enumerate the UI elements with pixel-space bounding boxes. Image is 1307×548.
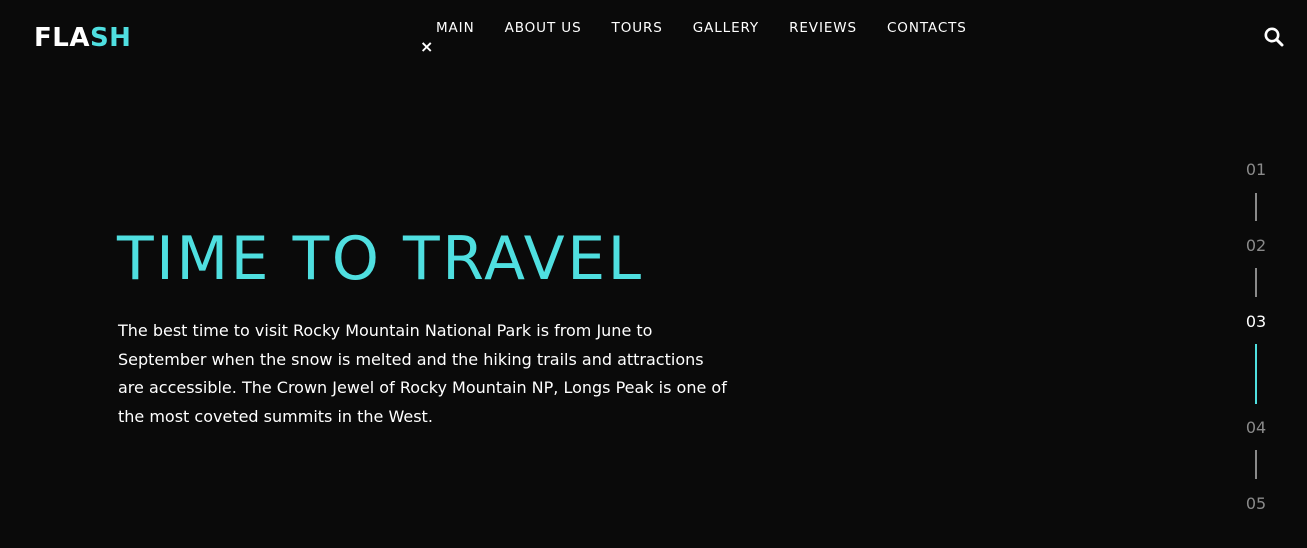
logo[interactable]: FLASH (34, 22, 131, 54)
pager-divider (1255, 450, 1257, 479)
page: FLASH MAIN ABOUT US TOURS GALLERY REVIEW… (0, 0, 1307, 548)
pager-divider (1255, 193, 1257, 221)
nav-item-main: MAIN (436, 18, 475, 38)
main-nav: MAIN ABOUT US TOURS GALLERY REVIEWS CONT… (436, 18, 967, 38)
hero-description: The best time to visit Rocky Mountain Na… (118, 321, 727, 426)
logo-part-1: FLA (34, 23, 90, 53)
nav-item-gallery: GALLERY (693, 18, 759, 38)
slide-pager: 01 02 03 04 05 (1236, 0, 1276, 548)
hero-title: TIME TO TRAVEL (117, 224, 644, 294)
logo-part-2: SH (89, 23, 132, 53)
pager-active-indicator (1255, 344, 1257, 404)
nav-item-reviews: REVIEWS (789, 18, 857, 38)
nav-link-gallery[interactable]: GALLERY (693, 18, 759, 38)
pager-item-01[interactable]: 01 (1236, 160, 1276, 180)
nav-link-tours[interactable]: TOURS (612, 18, 663, 38)
nav-link-reviews[interactable]: REVIEWS (789, 18, 857, 38)
pager-item-05[interactable]: 05 (1236, 494, 1276, 514)
nav-link-main[interactable]: MAIN (436, 18, 475, 38)
pager-item-04[interactable]: 04 (1236, 418, 1276, 438)
nav-item-about-us: ABOUT US (505, 18, 582, 38)
pager-item-03[interactable]: 03 (1236, 312, 1276, 332)
close-icon[interactable]: × (420, 38, 434, 56)
nav-link-contacts[interactable]: CONTACTS (887, 18, 967, 38)
nav-item-tours: TOURS (612, 18, 663, 38)
pager-item-02[interactable]: 02 (1236, 236, 1276, 256)
pager-divider (1255, 268, 1257, 297)
nav-item-contacts: CONTACTS (887, 18, 967, 38)
nav-link-about-us[interactable]: ABOUT US (505, 18, 582, 38)
